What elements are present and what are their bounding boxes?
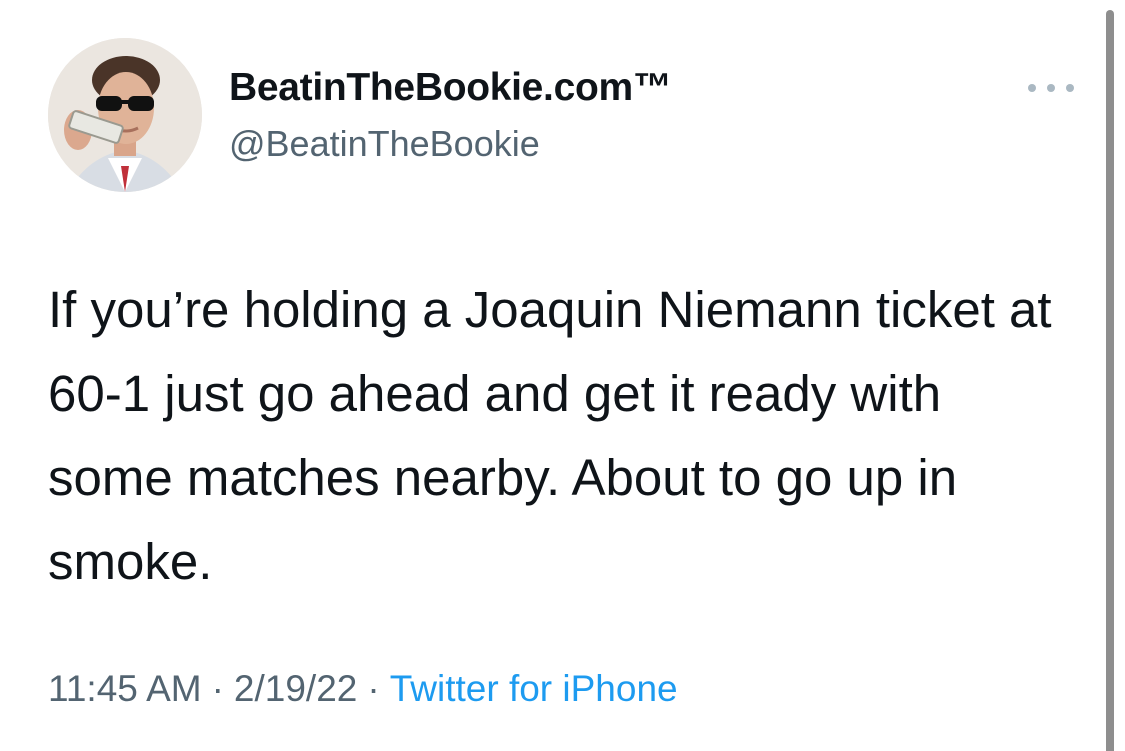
avatar[interactable]: [48, 38, 202, 192]
scrollbar[interactable]: [1106, 10, 1114, 751]
dot: [1066, 84, 1074, 92]
user-handle[interactable]: @BeatinTheBookie: [229, 123, 540, 165]
tweet-time[interactable]: 11:45 AM: [48, 668, 202, 709]
separator: ·: [367, 668, 380, 709]
tweet-source-link[interactable]: Twitter for iPhone: [390, 668, 678, 709]
more-horizontal-icon[interactable]: [1028, 78, 1074, 98]
dot: [1047, 84, 1055, 92]
separator: ·: [211, 668, 224, 709]
display-name[interactable]: BeatinTheBookie.com™: [229, 66, 672, 110]
tweet-date[interactable]: 2/19/22: [234, 668, 357, 709]
dot: [1028, 84, 1036, 92]
avatar-image: [48, 38, 202, 192]
tweet-metadata: 11:45 AM · 2/19/22 · Twitter for iPhone: [48, 668, 678, 710]
tweet-text: If you’re holding a Joaquin Niemann tick…: [48, 281, 1066, 590]
tweet-card: BeatinTheBookie.com™ @BeatinTheBookie If…: [0, 0, 1105, 751]
